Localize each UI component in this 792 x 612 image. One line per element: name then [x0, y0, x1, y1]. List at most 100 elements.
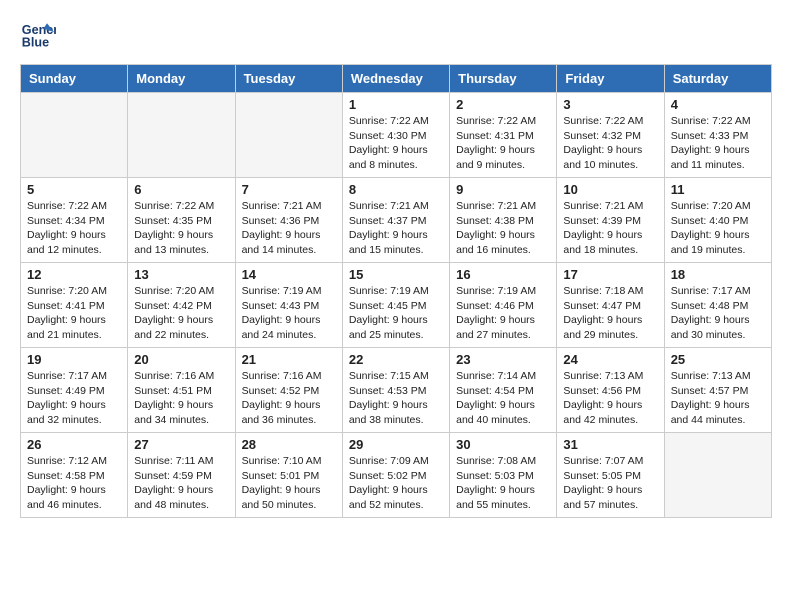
- day-number: 28: [242, 437, 336, 452]
- calendar-cell: 22Sunrise: 7:15 AM Sunset: 4:53 PM Dayli…: [342, 348, 449, 433]
- day-number: 3: [563, 97, 657, 112]
- day-detail: Sunrise: 7:22 AM Sunset: 4:33 PM Dayligh…: [671, 114, 765, 173]
- day-number: 13: [134, 267, 228, 282]
- calendar-cell: 6 Sunrise: 7:22 AM Sunset: 4:35 PM Daylig…: [128, 178, 235, 263]
- calendar-cell: 9Sunrise: 7:21 AM Sunset: 4:38 PM Daylig…: [450, 178, 557, 263]
- day-number: 14: [242, 267, 336, 282]
- day-number: 24: [563, 352, 657, 367]
- day-detail: Sunrise: 7:22 AM Sunset: 4:32 PM Dayligh…: [563, 114, 657, 173]
- day-number: 18: [671, 267, 765, 282]
- day-detail: Sunrise: 7:07 AM Sunset: 5:05 PM Dayligh…: [563, 454, 657, 513]
- day-number: 9: [456, 182, 550, 197]
- day-detail: Sunrise: 7:17 AM Sunset: 4:49 PM Dayligh…: [27, 369, 121, 428]
- calendar-cell: 2Sunrise: 7:22 AM Sunset: 4:31 PM Daylig…: [450, 93, 557, 178]
- day-detail: Sunrise: 7:22 AM Sunset: 4:31 PM Dayligh…: [456, 114, 550, 173]
- calendar-cell: 27Sunrise: 7:11 AM Sunset: 4:59 PM Dayli…: [128, 433, 235, 518]
- logo-icon: General Blue: [20, 16, 56, 52]
- page: General Blue SundayMondayTuesdayWednesda…: [0, 0, 792, 534]
- week-row-1: 1 Sunrise: 7:22 AM Sunset: 4:30 PM Daylig…: [21, 93, 772, 178]
- day-detail: Sunrise: 7:08 AM Sunset: 5:03 PM Dayligh…: [456, 454, 550, 513]
- calendar-cell: 13 Sunrise: 7:20 AM Sunset: 4:42 PM Dayli…: [128, 263, 235, 348]
- day-detail: Sunrise: 7:19 AM Sunset: 4:46 PM Dayligh…: [456, 284, 550, 343]
- calendar-cell: 1 Sunrise: 7:22 AM Sunset: 4:30 PM Daylig…: [342, 93, 449, 178]
- calendar-cell: 26Sunrise: 7:12 AM Sunset: 4:58 PM Dayli…: [21, 433, 128, 518]
- week-row-2: 5 Sunrise: 7:22 AM Sunset: 4:34 PM Daylig…: [21, 178, 772, 263]
- day-number: 6: [134, 182, 228, 197]
- day-detail: Sunrise: 7:19 AM Sunset: 4:45 PM Dayligh…: [349, 284, 443, 343]
- calendar-cell: 30 Sunrise: 7:08 AM Sunset: 5:03 PM Dayli…: [450, 433, 557, 518]
- day-detail: Sunrise: 7:21 AM Sunset: 4:36 PM Dayligh…: [242, 199, 336, 258]
- day-detail: Sunrise: 7:10 AM Sunset: 5:01 PM Dayligh…: [242, 454, 336, 513]
- day-detail: Sunrise: 7:22 AM Sunset: 4:35 PM Dayligh…: [134, 199, 228, 258]
- calendar-cell: 12 Sunrise: 7:20 AM Sunset: 4:41 PM Dayli…: [21, 263, 128, 348]
- day-number: 11: [671, 182, 765, 197]
- calendar-cell: 28 Sunrise: 7:10 AM Sunset: 5:01 PM Dayli…: [235, 433, 342, 518]
- day-number: 15: [349, 267, 443, 282]
- day-number: 20: [134, 352, 228, 367]
- calendar-cell: 5 Sunrise: 7:22 AM Sunset: 4:34 PM Daylig…: [21, 178, 128, 263]
- week-row-5: 26Sunrise: 7:12 AM Sunset: 4:58 PM Dayli…: [21, 433, 772, 518]
- logo: General Blue: [20, 16, 56, 52]
- day-number: 27: [134, 437, 228, 452]
- day-number: 10: [563, 182, 657, 197]
- day-number: 1: [349, 97, 443, 112]
- calendar-cell: [664, 433, 771, 518]
- calendar-cell: 29 Sunrise: 7:09 AM Sunset: 5:02 PM Dayli…: [342, 433, 449, 518]
- day-number: 8: [349, 182, 443, 197]
- day-number: 19: [27, 352, 121, 367]
- header: General Blue: [20, 16, 772, 52]
- weekday-header-friday: Friday: [557, 65, 664, 93]
- weekday-header-row: SundayMondayTuesdayWednesdayThursdayFrid…: [21, 65, 772, 93]
- day-detail: Sunrise: 7:14 AM Sunset: 4:54 PM Dayligh…: [456, 369, 550, 428]
- day-detail: Sunrise: 7:16 AM Sunset: 4:52 PM Dayligh…: [242, 369, 336, 428]
- day-detail: Sunrise: 7:17 AM Sunset: 4:48 PM Dayligh…: [671, 284, 765, 343]
- day-detail: Sunrise: 7:21 AM Sunset: 4:37 PM Dayligh…: [349, 199, 443, 258]
- day-number: 17: [563, 267, 657, 282]
- calendar-cell: 20Sunrise: 7:16 AM Sunset: 4:51 PM Dayli…: [128, 348, 235, 433]
- week-row-3: 12 Sunrise: 7:20 AM Sunset: 4:41 PM Dayli…: [21, 263, 772, 348]
- day-detail: Sunrise: 7:09 AM Sunset: 5:02 PM Dayligh…: [349, 454, 443, 513]
- calendar-cell: 7Sunrise: 7:21 AM Sunset: 4:36 PM Daylig…: [235, 178, 342, 263]
- day-detail: Sunrise: 7:20 AM Sunset: 4:41 PM Dayligh…: [27, 284, 121, 343]
- calendar-cell: [235, 93, 342, 178]
- weekday-header-saturday: Saturday: [664, 65, 771, 93]
- day-number: 25: [671, 352, 765, 367]
- day-detail: Sunrise: 7:22 AM Sunset: 4:30 PM Dayligh…: [349, 114, 443, 173]
- day-detail: Sunrise: 7:21 AM Sunset: 4:39 PM Dayligh…: [563, 199, 657, 258]
- day-number: 16: [456, 267, 550, 282]
- day-detail: Sunrise: 7:19 AM Sunset: 4:43 PM Dayligh…: [242, 284, 336, 343]
- calendar-cell: [128, 93, 235, 178]
- calendar-cell: 19 Sunrise: 7:17 AM Sunset: 4:49 PM Dayli…: [21, 348, 128, 433]
- calendar-cell: 16 Sunrise: 7:19 AM Sunset: 4:46 PM Dayli…: [450, 263, 557, 348]
- weekday-header-sunday: Sunday: [21, 65, 128, 93]
- calendar-cell: 17Sunrise: 7:18 AM Sunset: 4:47 PM Dayli…: [557, 263, 664, 348]
- weekday-header-wednesday: Wednesday: [342, 65, 449, 93]
- week-row-4: 19 Sunrise: 7:17 AM Sunset: 4:49 PM Dayli…: [21, 348, 772, 433]
- weekday-header-tuesday: Tuesday: [235, 65, 342, 93]
- calendar-cell: [21, 93, 128, 178]
- weekday-header-thursday: Thursday: [450, 65, 557, 93]
- calendar-cell: 4 Sunrise: 7:22 AM Sunset: 4:33 PM Daylig…: [664, 93, 771, 178]
- day-number: 29: [349, 437, 443, 452]
- day-number: 22: [349, 352, 443, 367]
- calendar-cell: 10 Sunrise: 7:21 AM Sunset: 4:39 PM Dayli…: [557, 178, 664, 263]
- day-number: 23: [456, 352, 550, 367]
- calendar-cell: 11 Sunrise: 7:20 AM Sunset: 4:40 PM Dayli…: [664, 178, 771, 263]
- calendar-cell: 18 Sunrise: 7:17 AM Sunset: 4:48 PM Dayli…: [664, 263, 771, 348]
- day-detail: Sunrise: 7:13 AM Sunset: 4:57 PM Dayligh…: [671, 369, 765, 428]
- day-number: 21: [242, 352, 336, 367]
- day-detail: Sunrise: 7:20 AM Sunset: 4:40 PM Dayligh…: [671, 199, 765, 258]
- day-detail: Sunrise: 7:20 AM Sunset: 4:42 PM Dayligh…: [134, 284, 228, 343]
- day-number: 12: [27, 267, 121, 282]
- calendar-cell: 31Sunrise: 7:07 AM Sunset: 5:05 PM Dayli…: [557, 433, 664, 518]
- calendar-cell: 21 Sunrise: 7:16 AM Sunset: 4:52 PM Dayli…: [235, 348, 342, 433]
- day-number: 4: [671, 97, 765, 112]
- day-number: 30: [456, 437, 550, 452]
- calendar-cell: 14 Sunrise: 7:19 AM Sunset: 4:43 PM Dayli…: [235, 263, 342, 348]
- day-number: 5: [27, 182, 121, 197]
- calendar-cell: 15 Sunrise: 7:19 AM Sunset: 4:45 PM Dayli…: [342, 263, 449, 348]
- calendar-cell: 3 Sunrise: 7:22 AM Sunset: 4:32 PM Daylig…: [557, 93, 664, 178]
- calendar-cell: 24Sunrise: 7:13 AM Sunset: 4:56 PM Dayli…: [557, 348, 664, 433]
- calendar-cell: 8 Sunrise: 7:21 AM Sunset: 4:37 PM Daylig…: [342, 178, 449, 263]
- day-detail: Sunrise: 7:22 AM Sunset: 4:34 PM Dayligh…: [27, 199, 121, 258]
